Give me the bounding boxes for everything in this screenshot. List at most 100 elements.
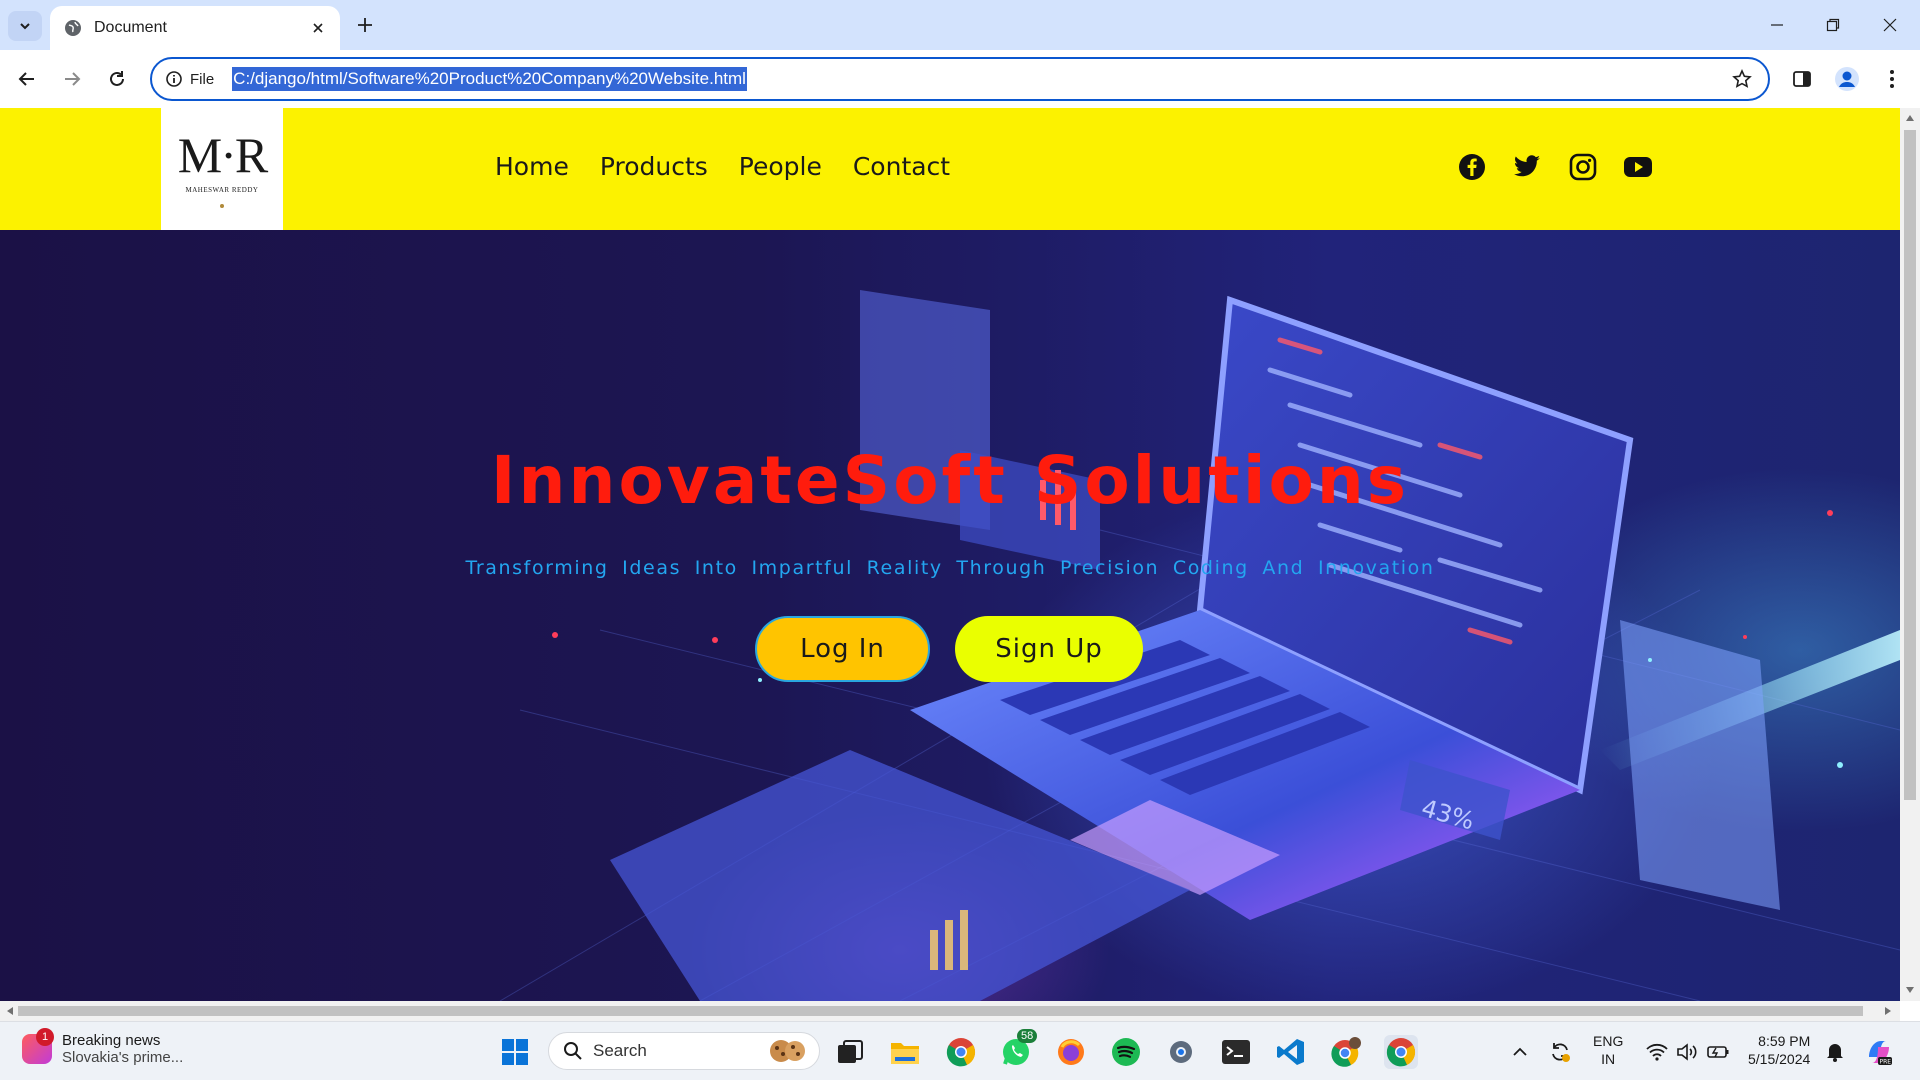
menu-button[interactable]	[1877, 64, 1907, 94]
page-viewport: M·R MAHESWAR REDDY Home Products People …	[0, 108, 1900, 1001]
tab-strip: Document	[0, 0, 1920, 50]
notifications-button[interactable]	[1818, 1035, 1852, 1069]
news-title: Breaking news	[62, 1032, 161, 1049]
volume-icon	[1677, 1043, 1697, 1061]
news-widget[interactable]: 1 Breaking news Slovakia's prime...	[22, 1028, 184, 1066]
vertical-scroll-thumb[interactable]	[1904, 130, 1916, 800]
bookmark-star-icon[interactable]	[1732, 69, 1752, 94]
whatsapp-app[interactable]: 58	[999, 1029, 1038, 1069]
horizontal-scroll-thumb[interactable]	[18, 1006, 1863, 1016]
chrome-profile-icon	[1331, 1037, 1361, 1067]
language-indicator[interactable]: ENG IN	[1593, 1032, 1623, 1068]
minimize-button[interactable]	[1764, 12, 1790, 38]
cookie-icon	[770, 1040, 805, 1062]
profile-avatar-icon	[1835, 67, 1859, 91]
vscode-icon	[1277, 1039, 1304, 1065]
youtube-icon[interactable]	[1622, 151, 1654, 183]
minimize-icon	[1771, 24, 1783, 26]
vertical-scrollbar[interactable]	[1900, 108, 1920, 1001]
info-icon	[166, 71, 182, 87]
scroll-left-arrow-icon[interactable]	[6, 1006, 14, 1016]
firefox-icon	[1058, 1039, 1084, 1065]
close-icon	[1883, 18, 1897, 32]
search-placeholder: Search	[593, 1041, 647, 1060]
nav-people[interactable]: People	[739, 152, 822, 181]
news-badge: 1	[36, 1028, 54, 1046]
hero-subtitle: Transforming Ideas Into Impartful Realit…	[465, 557, 1435, 579]
hero-section: 43% InnovateSoft Solutions Transforming …	[0, 230, 1900, 1001]
globe-icon	[65, 20, 81, 36]
battery-icon	[1707, 1046, 1729, 1058]
reload-button[interactable]	[102, 64, 132, 94]
settings-app[interactable]	[1164, 1035, 1198, 1069]
restore-button[interactable]	[1820, 12, 1846, 38]
tab-title: Document	[94, 19, 167, 36]
main-nav: Home Products People Contact	[495, 152, 950, 181]
new-tab-button[interactable]	[352, 12, 378, 38]
nav-home[interactable]: Home	[495, 152, 569, 181]
chrome-profile-app[interactable]	[1329, 1035, 1363, 1069]
arrow-right-icon	[65, 72, 81, 86]
side-panel-icon	[1793, 71, 1811, 87]
chrome-app-1[interactable]	[944, 1035, 978, 1069]
chrome-icon	[1386, 1038, 1416, 1067]
firefox-app[interactable]	[1054, 1035, 1088, 1069]
terminal-icon	[1222, 1040, 1250, 1064]
browser-tab[interactable]: Document	[50, 6, 340, 50]
arrow-left-icon	[18, 72, 34, 86]
instagram-icon[interactable]	[1567, 151, 1599, 183]
tab-search-button[interactable]	[8, 11, 42, 41]
scroll-up-arrow-icon[interactable]	[1905, 114, 1915, 122]
chrome-app-active[interactable]	[1384, 1035, 1418, 1069]
spotify-app[interactable]	[1109, 1035, 1143, 1069]
search-icon	[564, 1042, 582, 1060]
task-view-button[interactable]	[833, 1035, 867, 1069]
site-header: M·R MAHESWAR REDDY Home Products People …	[0, 108, 1900, 230]
clock[interactable]: 8:59 PM 5/15/2024	[1748, 1032, 1810, 1068]
file-explorer-app[interactable]	[888, 1035, 922, 1069]
twitter-icon[interactable]	[1511, 151, 1543, 183]
facebook-icon[interactable]	[1456, 151, 1488, 183]
sync-tray-button[interactable]	[1543, 1035, 1577, 1069]
spotify-icon	[1112, 1038, 1140, 1066]
show-hidden-icons-button[interactable]	[1503, 1035, 1537, 1069]
address-bar[interactable]: File C:/django/html/Software%20Product%2…	[150, 57, 1770, 101]
windows-taskbar: 1 Breaking news Slovakia's prime... Sear…	[0, 1021, 1920, 1080]
copilot-button[interactable]: PRE	[1862, 1035, 1896, 1069]
login-button[interactable]: Log In	[755, 616, 930, 682]
site-logo[interactable]: M·R MAHESWAR REDDY	[161, 108, 283, 230]
nav-contact[interactable]: Contact	[853, 152, 950, 181]
forward-button[interactable]	[57, 64, 87, 94]
url-text[interactable]: C:/django/html/Software%20Product%20Comp…	[232, 67, 747, 91]
whatsapp-badge: 58	[1017, 1029, 1038, 1043]
scroll-down-arrow-icon[interactable]	[1905, 986, 1915, 994]
vscode-app[interactable]	[1274, 1035, 1308, 1069]
logo-name: MAHESWAR REDDY	[185, 186, 259, 194]
hero-title: InnovateSoft Solutions	[490, 442, 1410, 519]
scroll-right-arrow-icon[interactable]	[1884, 1006, 1892, 1016]
start-button[interactable]	[498, 1035, 532, 1069]
wifi-icon	[1646, 1043, 1668, 1061]
tab-close-icon[interactable]	[308, 18, 328, 38]
back-button[interactable]	[12, 64, 42, 94]
network-volume-battery[interactable]	[1638, 1035, 1738, 1069]
plus-icon	[358, 18, 372, 32]
profile-button[interactable]	[1832, 64, 1862, 94]
clock-time: 8:59 PM	[1758, 1033, 1811, 1049]
news-subtitle: Slovakia's prime...	[62, 1049, 184, 1066]
site-info-chip[interactable]: File	[166, 71, 214, 88]
nav-products[interactable]: Products	[600, 152, 708, 181]
horizontal-scrollbar[interactable]	[0, 1001, 1900, 1021]
bell-icon	[1827, 1043, 1844, 1062]
terminal-app[interactable]	[1219, 1035, 1253, 1069]
copilot-icon: PRE	[1869, 1041, 1892, 1066]
taskbar-search[interactable]: Search	[548, 1032, 820, 1070]
reload-icon	[110, 71, 124, 86]
windows-logo-icon	[502, 1039, 528, 1065]
side-panel-button[interactable]	[1787, 64, 1817, 94]
close-window-button[interactable]	[1877, 12, 1903, 38]
signup-button[interactable]: Sign Up	[955, 616, 1143, 682]
folder-icon	[891, 1043, 919, 1064]
logo-mark: M·R	[177, 127, 268, 183]
chrome-icon	[946, 1038, 976, 1067]
